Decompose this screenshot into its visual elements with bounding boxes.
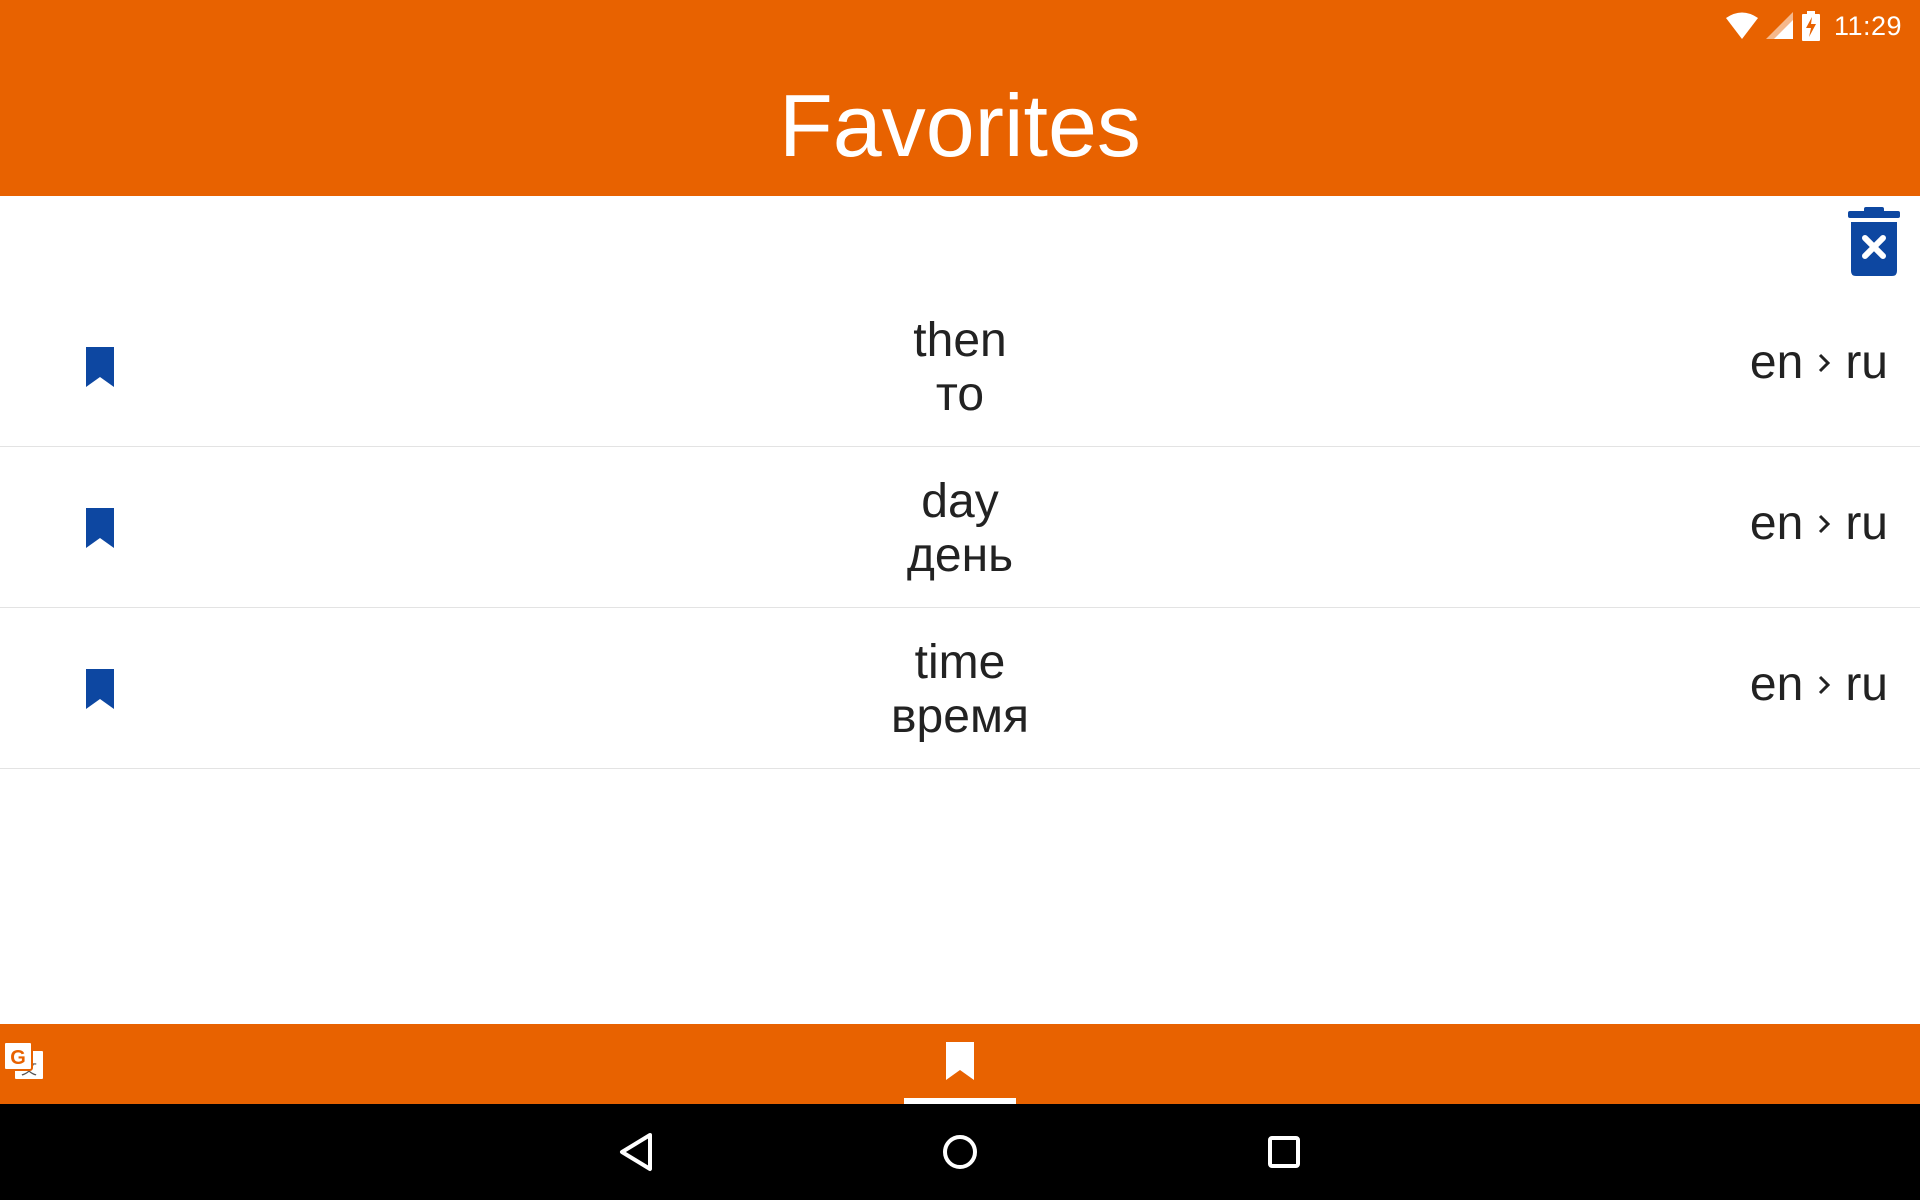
language-direction: en ru [1750,336,1888,390]
bookmark-icon [946,1042,974,1080]
cell-signal-icon [1765,12,1794,40]
favorite-item[interactable]: then то en ru [0,286,1920,447]
language-direction: en ru [1750,497,1888,551]
translated-word: время [891,690,1029,743]
recents-icon [1268,1136,1300,1168]
back-button[interactable] [610,1126,662,1178]
tab-favorites[interactable] [904,1024,1016,1104]
home-icon [943,1135,977,1169]
word-pair: day день [0,475,1920,583]
source-word: time [914,636,1006,689]
source-word: day [921,475,999,528]
app-bar: 11:29 Favorites [0,0,1920,196]
translate-icon: 文 G [3,1041,45,1081]
translated-word: день [906,529,1014,582]
source-word: then [913,314,1007,367]
target-lang: ru [1845,658,1888,711]
wifi-icon [1725,12,1758,40]
chevron-right-icon [1817,497,1831,551]
status-clock: 11:29 [1833,10,1902,41]
target-lang: ru [1845,497,1888,550]
status-bar: 11:29 [1725,8,1902,44]
favorite-item[interactable]: day день en ru [0,447,1920,608]
translated-word: то [935,368,985,421]
word-pair: time время [0,636,1920,744]
clear-favorites-button[interactable] [1846,206,1902,278]
favorite-item[interactable]: time время en ru [0,608,1920,769]
chevron-right-icon [1817,658,1831,712]
recents-button[interactable] [1258,1126,1310,1178]
back-icon [620,1133,652,1171]
system-nav-bar [0,1104,1920,1200]
home-button[interactable] [934,1126,986,1178]
source-lang: en [1749,336,1804,389]
favorites-list: then то en ru day день en ru time время … [0,286,1920,769]
chevron-right-icon [1817,336,1831,390]
source-lang: en [1749,497,1804,550]
bottom-tab-bar: 文 G [0,1024,1920,1104]
source-lang: en [1749,658,1804,711]
page-title: Favorites [779,76,1141,175]
battery-charging-icon [1801,11,1820,41]
language-direction: en ru [1750,658,1888,712]
favorites-screen: 11:29 Favorites then то en ru day день e… [0,0,1920,1200]
delete-x-icon [1848,207,1900,276]
svg-text:G: G [10,1047,26,1069]
word-pair: then то [0,314,1920,422]
target-lang: ru [1845,336,1888,389]
tab-translate[interactable]: 文 G [2,1040,46,1084]
